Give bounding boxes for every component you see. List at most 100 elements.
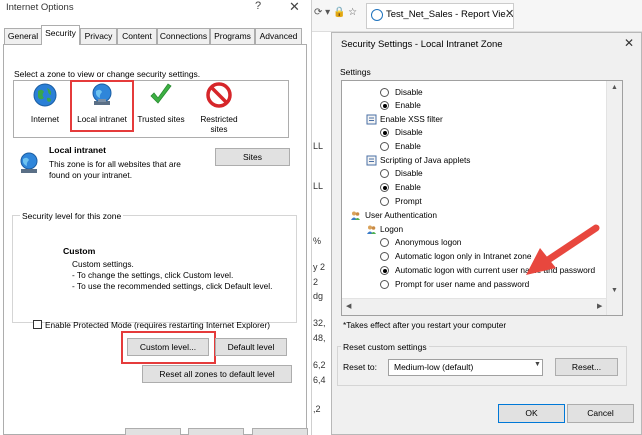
globe-icon bbox=[33, 83, 57, 107]
setting-option: Disable bbox=[395, 168, 423, 178]
custom-line: - To change the settings, click Custom l… bbox=[72, 270, 234, 280]
screen: ⟳ ▾ 🔒 ☆ Test_Net_Sales - Report Vie... ✕… bbox=[0, 0, 642, 435]
cancel-button[interactable]: Cancel bbox=[567, 404, 634, 423]
intranet-globe-icon bbox=[20, 152, 38, 173]
page-fragment: ,2 bbox=[313, 404, 321, 414]
setting-section: User Authentication bbox=[365, 210, 437, 220]
script-icon bbox=[366, 155, 377, 166]
users-icon bbox=[367, 225, 376, 234]
group-legend: Reset custom settings bbox=[341, 342, 429, 352]
tab-security[interactable]: Security bbox=[41, 25, 80, 45]
custom-line: Custom settings. bbox=[72, 259, 134, 269]
reset-to-label: Reset to: bbox=[343, 362, 378, 372]
scroll-left-icon[interactable]: ◀ bbox=[346, 302, 351, 310]
group-legend: Security level for this zone bbox=[20, 211, 124, 221]
help-button[interactable]: ? bbox=[255, 0, 261, 12]
page-fragment: y 2 bbox=[313, 262, 326, 272]
page-fragment: 6,2 bbox=[313, 360, 326, 370]
horizontal-scrollbar[interactable] bbox=[342, 298, 606, 315]
custom-level-highlight bbox=[121, 331, 216, 364]
close-icon[interactable]: ✕ bbox=[289, 0, 300, 15]
scroll-right-icon[interactable]: ▶ bbox=[597, 302, 602, 310]
custom-description: Custom settings. - To change the setting… bbox=[72, 259, 272, 292]
reset-all-zones-button[interactable]: Reset all zones to default level bbox=[142, 365, 292, 383]
setting-option: Disable bbox=[395, 87, 423, 97]
checkmark-icon bbox=[150, 83, 172, 104]
page-fragment: LL bbox=[313, 181, 324, 191]
vertical-scrollbar[interactable] bbox=[606, 81, 622, 315]
radio-button[interactable] bbox=[380, 252, 389, 261]
custom-title: Custom bbox=[63, 246, 96, 256]
page-fragment: dg bbox=[313, 291, 324, 301]
setting-header: Scripting of Java applets bbox=[380, 155, 471, 165]
red-arrow-annotation bbox=[526, 224, 600, 275]
zone-trusted-sites[interactable]: Trusted sites bbox=[133, 82, 189, 124]
setting-option: Automatic logon only in Intranet zone bbox=[395, 251, 532, 261]
radio-button[interactable] bbox=[380, 280, 389, 289]
setting-option: Disable bbox=[395, 127, 423, 137]
page-fragment: % bbox=[313, 236, 322, 246]
tab-privacy[interactable]: Privacy bbox=[80, 28, 117, 44]
setting-header: Logon bbox=[380, 224, 404, 234]
radio-button[interactable] bbox=[380, 128, 389, 137]
no-entry-icon bbox=[206, 82, 232, 108]
page-fragment: 6,4 bbox=[313, 375, 326, 385]
radio-button[interactable] bbox=[380, 88, 389, 97]
zone-prompt: Select a zone to view or change security… bbox=[14, 69, 201, 79]
selected-zone-highlight bbox=[70, 80, 134, 132]
ok-button[interactable] bbox=[125, 428, 181, 435]
tab-advanced[interactable]: Advanced bbox=[255, 28, 302, 44]
zone-title: Local intranet bbox=[49, 145, 106, 155]
cancel-button[interactable] bbox=[188, 428, 244, 435]
custom-line: - To use the recommended settings, click… bbox=[72, 281, 273, 291]
browser-nav-icons[interactable]: ⟳ ▾ 🔒 ☆ bbox=[314, 7, 357, 18]
zone-label: Internet bbox=[30, 114, 60, 124]
setting-header: Enable XSS filter bbox=[380, 114, 443, 124]
setting-option: Enable bbox=[395, 141, 421, 151]
setting-option: Prompt for user name and password bbox=[395, 279, 530, 289]
tab-close-icon[interactable]: ✕ bbox=[505, 7, 514, 20]
zone-internet[interactable]: Internet bbox=[17, 82, 73, 124]
page-fragment: LL bbox=[313, 141, 324, 151]
default-level-button[interactable]: Default level bbox=[215, 338, 287, 356]
radio-button[interactable] bbox=[380, 169, 389, 178]
scroll-up-icon[interactable]: ▲ bbox=[611, 84, 618, 91]
tab-content[interactable]: Content bbox=[117, 28, 157, 44]
radio-button[interactable] bbox=[380, 183, 389, 192]
ok-button[interactable]: OK bbox=[498, 404, 565, 423]
script-icon bbox=[366, 114, 377, 125]
sites-button[interactable]: Sites bbox=[215, 148, 290, 166]
apply-button[interactable] bbox=[252, 428, 308, 435]
radio-button[interactable] bbox=[380, 238, 389, 247]
setting-option: Enable bbox=[395, 182, 421, 192]
reset-level-select[interactable]: Medium-low (default) bbox=[388, 359, 543, 376]
radio-button[interactable] bbox=[380, 142, 389, 151]
setting-option: Anonymous logon bbox=[395, 237, 462, 247]
chevron-down-icon[interactable]: ▼ bbox=[534, 361, 541, 368]
setting-option: Enable bbox=[395, 100, 421, 110]
radio-button[interactable] bbox=[380, 101, 389, 110]
protected-mode-label: Enable Protected Mode (requires restarti… bbox=[45, 320, 271, 330]
zone-label: Trusted sites bbox=[137, 114, 185, 124]
radio-button[interactable] bbox=[380, 266, 389, 275]
restart-note: *Takes effect after you restart your com… bbox=[343, 320, 507, 330]
users-icon bbox=[351, 211, 360, 220]
tab-connections[interactable]: Connections bbox=[157, 28, 210, 44]
browser-tab-title: Test_Net_Sales - Report Vie... bbox=[386, 9, 514, 20]
zone-restricted-sites[interactable]: Restricted sites bbox=[191, 82, 247, 134]
setting-option: Prompt bbox=[395, 196, 422, 206]
radio-button[interactable] bbox=[380, 197, 389, 206]
zone-description: This zone is for all websites that are f… bbox=[49, 159, 181, 180]
tab-programs[interactable]: Programs bbox=[210, 28, 255, 44]
zone-label: Restricted sites bbox=[200, 114, 238, 134]
page-fragment: 2 bbox=[313, 277, 319, 287]
protected-mode-checkbox[interactable] bbox=[33, 320, 42, 329]
window-title: Internet Options bbox=[6, 2, 74, 13]
scroll-down-icon[interactable]: ▼ bbox=[611, 287, 618, 294]
close-icon[interactable]: ✕ bbox=[624, 36, 634, 50]
page-fragment: 48, bbox=[313, 333, 326, 343]
settings-label: Settings bbox=[340, 67, 371, 77]
reset-button[interactable]: Reset... bbox=[555, 358, 618, 376]
ie-favicon-icon bbox=[371, 9, 383, 21]
tab-general[interactable]: General bbox=[4, 28, 42, 44]
